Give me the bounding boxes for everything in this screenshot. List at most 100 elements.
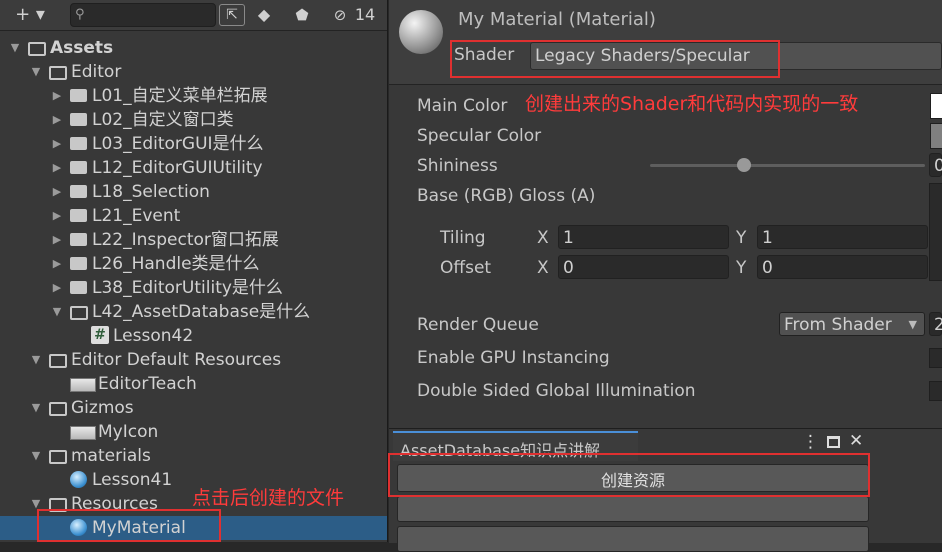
double-sided-gi-label: Double Sided Global Illumination: [417, 381, 696, 401]
gpu-instancing-checkbox[interactable]: [929, 348, 942, 368]
main-color-label: Main Color: [417, 96, 508, 116]
folder-icon: [70, 233, 87, 246]
tree-item-label: L21_Event: [92, 206, 181, 226]
offset-label: Offset: [440, 258, 492, 278]
expand-arrow-down-icon[interactable]: ▼: [50, 300, 64, 324]
expand-arrow-down-icon[interactable]: ▼: [8, 36, 22, 60]
folder-open-icon: [49, 450, 67, 464]
expand-arrow-right-icon[interactable]: ▶: [50, 84, 64, 108]
shininess-value-field[interactable]: 0: [929, 153, 942, 177]
main-color-swatch[interactable]: [930, 93, 942, 119]
expand-arrow-down-icon[interactable]: ▼: [29, 348, 43, 372]
search-icon: ⚲: [75, 7, 85, 22]
maximize-icon[interactable]: [827, 436, 840, 448]
tree-item[interactable]: ▶ L02_自定义窗口类: [0, 108, 387, 132]
close-icon[interactable]: ✕: [849, 431, 863, 451]
search-input[interactable]: ⚲: [70, 3, 216, 27]
tree-item-label: L12_EditorGUIUtility: [92, 158, 263, 178]
tree-item[interactable]: EditorTeach: [0, 372, 387, 396]
tree-item[interactable]: ▶ L12_EditorGUIUtility: [0, 156, 387, 180]
filter-by-type-icon[interactable]: ◆: [252, 3, 276, 27]
tiling-y-value: 1: [762, 228, 773, 248]
folder-open-icon: [70, 306, 88, 320]
tree-item-label: L26_Handle类是什么: [92, 254, 260, 274]
tree-item[interactable]: ▼ materials: [0, 444, 387, 468]
folder-icon: [70, 161, 87, 174]
expand-arrow-right-icon[interactable]: ▶: [50, 132, 64, 156]
render-queue-number: 2: [934, 315, 942, 335]
material-title: My Material (Material): [458, 9, 656, 30]
expand-arrow-right-icon[interactable]: ▶: [50, 228, 64, 252]
tree-item[interactable]: ▶ L03_EditorGUI是什么: [0, 132, 387, 156]
tree-item[interactable]: ▼ Editor: [0, 60, 387, 84]
tree-item-label: Lesson42: [113, 326, 194, 346]
tree-item[interactable]: ▼ Gizmos: [0, 396, 387, 420]
expand-arrow-right-icon[interactable]: ▶: [50, 252, 64, 276]
tree-item-label: L02_自定义窗口类: [92, 110, 234, 130]
expand-arrow-right-icon[interactable]: ▶: [50, 276, 64, 300]
render-queue-dropdown[interactable]: From Shader ▼: [779, 312, 925, 336]
tree-item[interactable]: ▶ L18_Selection: [0, 180, 387, 204]
folder-open-icon: [49, 402, 67, 416]
shininess-slider-handle[interactable]: [737, 158, 751, 172]
tree-item-label: L38_EditorUtility是什么: [92, 278, 283, 298]
tree-item-label: L18_Selection: [92, 182, 210, 202]
annotation-shader: 创建出来的Shader和代码内实现的一致: [525, 93, 859, 115]
tree-item[interactable]: ▶ L01_自定义菜单栏拓展: [0, 84, 387, 108]
tree-item[interactable]: ▶ L21_Event: [0, 204, 387, 228]
more-options-icon[interactable]: ⋮: [802, 432, 819, 452]
tree-item[interactable]: ▼ Assets: [0, 36, 387, 60]
render-queue-label: Render Queue: [417, 315, 539, 335]
folder-icon: [70, 281, 87, 294]
tree-item-label: EditorTeach: [98, 374, 197, 394]
double-sided-gi-checkbox[interactable]: [929, 381, 942, 401]
window-button-3[interactable]: [397, 526, 869, 552]
tiling-y-field[interactable]: 1: [757, 225, 928, 249]
folder-icon: [70, 137, 87, 150]
tiling-x-value: 1: [563, 228, 574, 248]
tree-item[interactable]: ▶ L38_EditorUtility是什么: [0, 276, 387, 300]
expand-arrow-down-icon[interactable]: ▼: [29, 396, 43, 420]
gpu-instancing-label: Enable GPU Instancing: [417, 348, 610, 368]
tree-item[interactable]: # Lesson42: [0, 324, 387, 348]
folder-open-icon: [49, 66, 67, 80]
annotation-box-created-file: [37, 509, 221, 542]
create-dropdown-button[interactable]: + ▾: [6, 3, 54, 27]
folder-icon: [70, 185, 87, 198]
base-texture-slot[interactable]: [929, 183, 942, 281]
window-button-2[interactable]: [397, 496, 869, 522]
offset-y-field[interactable]: 0: [757, 255, 928, 279]
tree-item[interactable]: MyIcon: [0, 420, 387, 444]
tiling-x-field[interactable]: 1: [558, 225, 729, 249]
specular-color-label: Specular Color: [417, 126, 542, 146]
texture-icon: [70, 426, 96, 440]
shininess-slider-track[interactable]: [650, 164, 925, 167]
expand-arrow-right-icon[interactable]: ▶: [50, 204, 64, 228]
folder-icon: [70, 113, 87, 126]
tree-item-label: Editor Default Resources: [71, 350, 282, 370]
tiling-label: Tiling: [440, 228, 486, 248]
tree-item[interactable]: ▶ L26_Handle类是什么: [0, 252, 387, 276]
offset-x-field[interactable]: 0: [558, 255, 729, 279]
tree-item-label: L22_Inspector窗口拓展: [92, 230, 279, 250]
render-queue-number-field[interactable]: 2: [929, 312, 942, 336]
expand-arrow-down-icon[interactable]: ▼: [29, 60, 43, 84]
folder-icon: [70, 89, 87, 102]
tree-item[interactable]: ▶ L22_Inspector窗口拓展: [0, 228, 387, 252]
project-toolbar: + ▾ ⚲ ⇱ ◆ ⬟ ⊘ 14: [0, 0, 387, 31]
tree-item[interactable]: ▼ Editor Default Resources: [0, 348, 387, 372]
folder-open-icon: [28, 42, 46, 56]
expand-arrow-down-icon[interactable]: ▼: [29, 444, 43, 468]
specular-color-swatch[interactable]: [930, 123, 942, 149]
offset-x-label: X: [537, 258, 549, 278]
hidden-packages-icon[interactable]: ⊘: [328, 3, 352, 27]
filter-by-label-icon[interactable]: ⬟: [290, 3, 314, 27]
shininess-label: Shininess: [417, 156, 498, 176]
expand-arrow-right-icon[interactable]: ▶: [50, 156, 64, 180]
tree-item[interactable]: ▼ L42_AssetDatabase是什么: [0, 300, 387, 324]
scene-view-toggle-icon[interactable]: ⇱: [219, 4, 245, 26]
csharp-script-icon: #: [91, 326, 109, 344]
expand-arrow-right-icon[interactable]: ▶: [50, 180, 64, 204]
tiling-y-label: Y: [736, 228, 747, 248]
expand-arrow-right-icon[interactable]: ▶: [50, 108, 64, 132]
